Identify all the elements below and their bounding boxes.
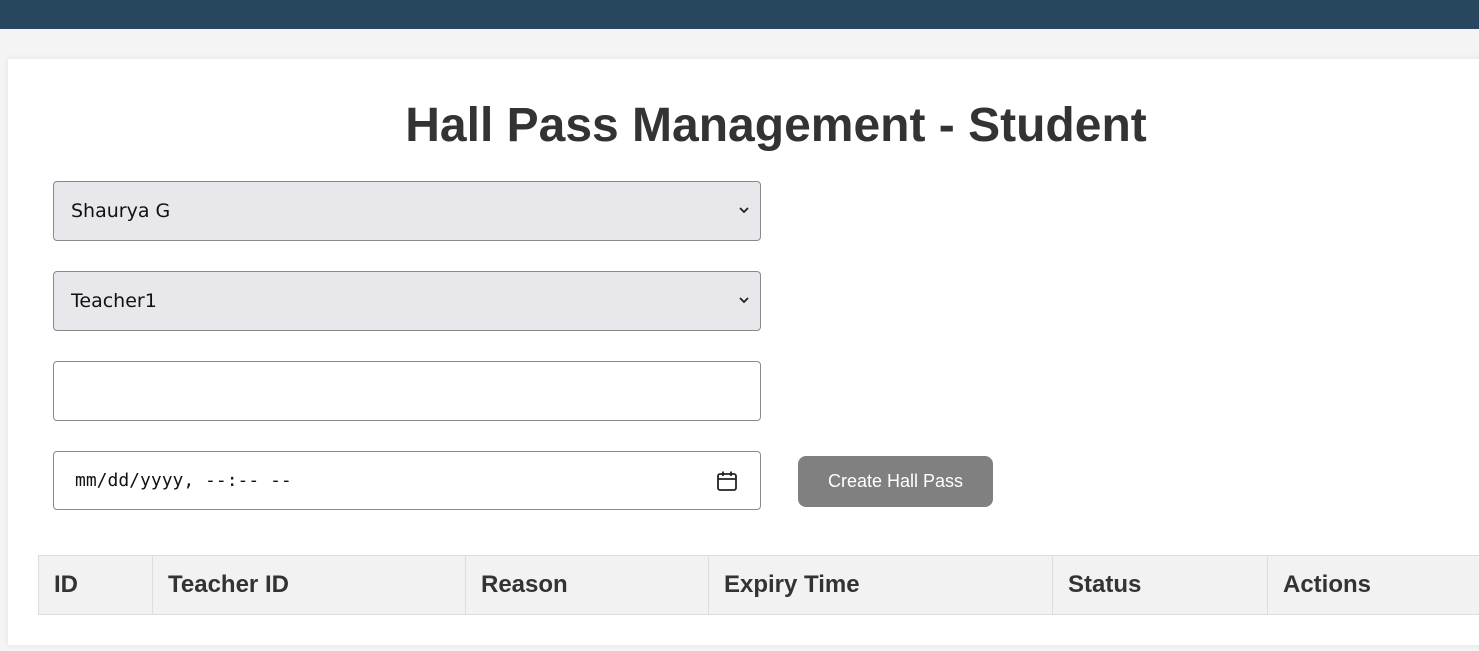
hall-pass-table: ID Teacher ID Reason Expiry Time Status … xyxy=(38,555,1479,615)
column-header-id: ID xyxy=(38,555,153,615)
table-header-row: ID Teacher ID Reason Expiry Time Status … xyxy=(38,555,1479,615)
chevron-down-icon xyxy=(739,297,749,304)
column-header-expiry-time: Expiry Time xyxy=(708,555,1053,615)
calendar-icon[interactable] xyxy=(716,470,738,492)
column-header-actions: Actions xyxy=(1267,555,1479,615)
student-select[interactable]: Shaurya G xyxy=(53,181,761,241)
top-bar xyxy=(0,0,1479,29)
column-header-teacher-id: Teacher ID xyxy=(152,555,466,615)
create-hall-pass-button[interactable]: Create Hall Pass xyxy=(798,456,993,507)
reason-input[interactable] xyxy=(53,361,761,421)
expiry-datetime-value: mm/dd/yyyy, --:-- -- xyxy=(75,470,292,491)
column-header-status: Status xyxy=(1052,555,1268,615)
column-header-reason: Reason xyxy=(465,555,709,615)
student-select-value: Shaurya G xyxy=(71,200,171,222)
page-title: Hall Pass Management - Student xyxy=(405,99,1147,152)
expiry-datetime-input[interactable]: mm/dd/yyyy, --:-- -- xyxy=(53,451,761,510)
teacher-select[interactable]: Teacher1 xyxy=(53,271,761,331)
teacher-select-value: Teacher1 xyxy=(71,290,157,312)
chevron-down-icon xyxy=(739,207,749,214)
